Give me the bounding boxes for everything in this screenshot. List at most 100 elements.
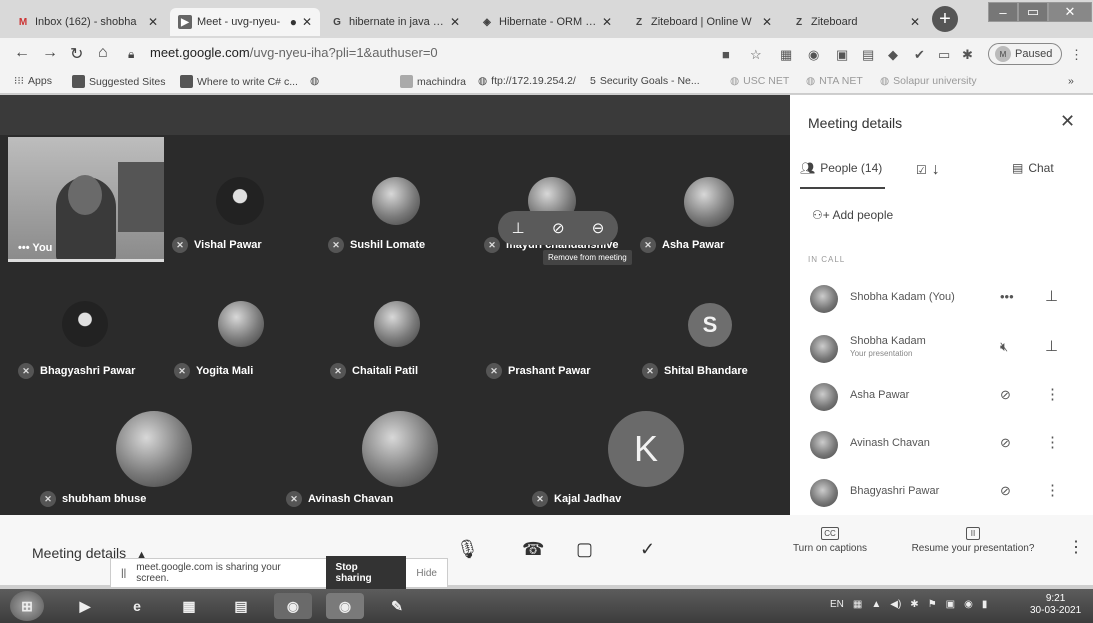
hide-button[interactable]: Hide [416, 568, 437, 579]
flag-icon[interactable]: ⚑ [928, 599, 937, 610]
more-bookmarks-icon[interactable]: » [1068, 75, 1074, 87]
tab-chat[interactable]: ▤ Chat [1012, 161, 1054, 175]
more-options-icon[interactable]: ••• [1000, 289, 1014, 304]
pin-icon[interactable]: ⊥ [512, 219, 525, 237]
close-tab-icon[interactable]: ✕ [602, 15, 612, 29]
mic-off-icon[interactable]: ⊘ [1000, 483, 1011, 499]
file-explorer-icon[interactable]: ▦ [170, 593, 208, 619]
bookmark-nta-net[interactable]: ◍ NTA NET [806, 75, 863, 87]
participant-name: Shobha Kadam (You) [850, 291, 955, 303]
tab-ziteboard[interactable]: Z Ziteboard ✕ [784, 8, 928, 36]
mic-off-icon[interactable]: ⊘ [1000, 387, 1011, 403]
bookmark-usc-net[interactable]: ◍ USC NET [730, 75, 789, 87]
more-vert-icon[interactable]: ⋮ [1045, 385, 1060, 403]
tab-meet[interactable]: ▶ Meet - uvg-nyeu- ● ✕ [170, 8, 320, 36]
participant-tile-label: ✕ Kajal Jadhav [532, 491, 621, 507]
start-button[interactable]: ⊞ [10, 591, 44, 621]
extension-icon[interactable]: ▤ [862, 47, 874, 63]
language-indicator[interactable]: EN [830, 599, 844, 610]
tab-ziteboard-online[interactable]: Z Ziteboard | Online W ✕ [624, 8, 780, 36]
close-tab-icon[interactable]: ✕ [148, 15, 158, 29]
new-tab-button[interactable]: + [932, 6, 958, 32]
star-icon[interactable]: ☆ [750, 47, 762, 63]
checkmark-icon[interactable]: ✓ [640, 539, 655, 560]
forward-arrow-icon[interactable]: → [42, 44, 58, 62]
lock-icon[interactable]: 🔒︎ [128, 47, 134, 62]
camera-indicator-icon[interactable]: ■ [722, 47, 730, 62]
drag-handle-icon[interactable]: || [121, 568, 126, 579]
speaker-muted-icon[interactable]: 🔇︎ [1000, 339, 1008, 355]
paint-icon[interactable]: ✎ [378, 593, 416, 619]
close-tab-icon[interactable]: ✕ [450, 15, 460, 29]
close-tab-icon[interactable]: ✕ [302, 15, 312, 29]
remove-icon[interactable]: ⊖ [592, 219, 605, 237]
reload-icon[interactable]: ↻ [70, 44, 83, 64]
puzzle-icon[interactable]: ✱ [962, 47, 973, 63]
bookmark-machindra[interactable]: machindra [400, 75, 466, 88]
battery-icon[interactable]: ▮ [982, 599, 988, 610]
tray-icon[interactable]: ▣ [946, 599, 955, 610]
chrome-icon[interactable]: ◉ [274, 593, 312, 619]
back-arrow-icon[interactable]: ← [14, 44, 30, 62]
more-options-icon[interactable]: ⋮ [1068, 537, 1084, 557]
minimize-button[interactable]: – [988, 2, 1018, 22]
bookmark-where-to-write[interactable]: Where to write C# c... [180, 75, 298, 88]
checkmark-icon[interactable]: ✔ [914, 47, 925, 63]
captions-button[interactable]: CC Turn on captions [780, 527, 880, 554]
bookmark-suggested-sites[interactable]: Suggested Sites [72, 75, 165, 88]
network-icon[interactable]: ▲ [871, 599, 881, 610]
close-tab-icon[interactable]: ✕ [910, 15, 920, 29]
more-vert-icon[interactable]: ⋮ [1045, 481, 1060, 499]
document-icon[interactable]: ▤ [222, 593, 260, 619]
url-field[interactable]: meet.google.com/uvg-nyeu-iha?pli=1&authu… [150, 45, 438, 60]
tray-icon[interactable]: ▦ [853, 599, 862, 610]
bookmark-apps[interactable]: ⁝⁝⁝ Apps [14, 75, 52, 87]
participant-row[interactable]: Avinash Chavan ⊘ ⋮ [790, 427, 1093, 467]
tray-icon[interactable]: ◉ [964, 599, 973, 610]
maximize-button[interactable]: ▭ [1018, 2, 1048, 22]
clock[interactable]: 9:21 30-03-2021 [1030, 593, 1081, 617]
participant-row[interactable]: Bhagyashri Pawar ⊘ ⋮ [790, 475, 1093, 515]
stop-sharing-button[interactable]: Stop sharing [325, 556, 407, 590]
home-icon[interactable]: ⌂ [98, 44, 108, 62]
extension-icon[interactable]: ▦ [780, 47, 792, 63]
internet-explorer-icon[interactable]: e [118, 593, 156, 619]
bookmark-security-goals[interactable]: 5 Security Goals - Ne... [590, 75, 700, 87]
tab-activities[interactable]: ☑ ↓ [916, 161, 940, 179]
close-window-button[interactable]: ✕ [1048, 2, 1092, 22]
participant-row[interactable]: Asha Pawar ⊘ ⋮ [790, 379, 1093, 419]
close-tab-icon[interactable]: ✕ [762, 15, 772, 29]
url-path: /uvg-nyeu-iha?pli=1&authuser=0 [249, 45, 438, 60]
bookmark-ftp[interactable]: ◍ ftp://172.19.254.2/ [478, 75, 576, 87]
bluetooth-icon[interactable]: ✱ [910, 599, 918, 610]
volume-icon[interactable]: ◀) [890, 599, 901, 610]
resume-presentation-button[interactable]: II Resume your presentation? [898, 527, 1048, 554]
bookmark-globe[interactable]: ◍ [310, 75, 319, 87]
mic-off-icon[interactable]: ⊘ [1000, 435, 1011, 451]
participant-tile-label: ✕ shubham bhuse [40, 491, 146, 507]
mute-icon[interactable]: ⊘ [552, 219, 565, 237]
extension-icon[interactable]: ◉ [808, 47, 819, 63]
media-player-icon[interactable]: ▶ [66, 593, 104, 619]
tab-people[interactable]: 👥︎ People (14) [800, 161, 882, 175]
tab-google-search[interactable]: G hibernate in java - Go ✕ [322, 8, 468, 36]
pin-icon[interactable]: ⊥ [1045, 287, 1058, 305]
add-people-button[interactable]: ⚇+ Add people [812, 208, 893, 222]
more-vert-icon[interactable]: ⋮ [1045, 433, 1060, 451]
browser-menu-icon[interactable]: ⋮ [1070, 47, 1083, 63]
tab-hibernate[interactable]: ◈ Hibernate - ORM Ove ✕ [472, 8, 620, 36]
extension-icon[interactable]: ▭ [938, 47, 950, 63]
pin-icon[interactable]: ⊥ [1045, 337, 1058, 355]
participant-row[interactable]: Shobha Kadam Your presentation 🔇︎ ⊥ [790, 331, 1093, 371]
participant-row[interactable]: Shobha Kadam (You) ••• ⊥ [790, 281, 1093, 321]
hang-up-button[interactable]: ☎ [522, 539, 544, 560]
extension-icon[interactable]: ◆ [888, 47, 898, 63]
extension-icon[interactable]: ▣ [836, 47, 848, 63]
profile-button[interactable]: M Paused [988, 43, 1062, 65]
microphone-button[interactable]: 🎙︎ [456, 539, 479, 560]
chrome-icon[interactable]: ◉ [326, 593, 364, 619]
close-panel-icon[interactable]: ✕ [1060, 111, 1075, 132]
bookmark-solapur-university[interactable]: ◍ Solapur university [880, 75, 977, 87]
camera-button[interactable]: ▢ [576, 539, 593, 560]
tab-gmail[interactable]: M Inbox (162) - shobha ✕ [8, 8, 166, 36]
